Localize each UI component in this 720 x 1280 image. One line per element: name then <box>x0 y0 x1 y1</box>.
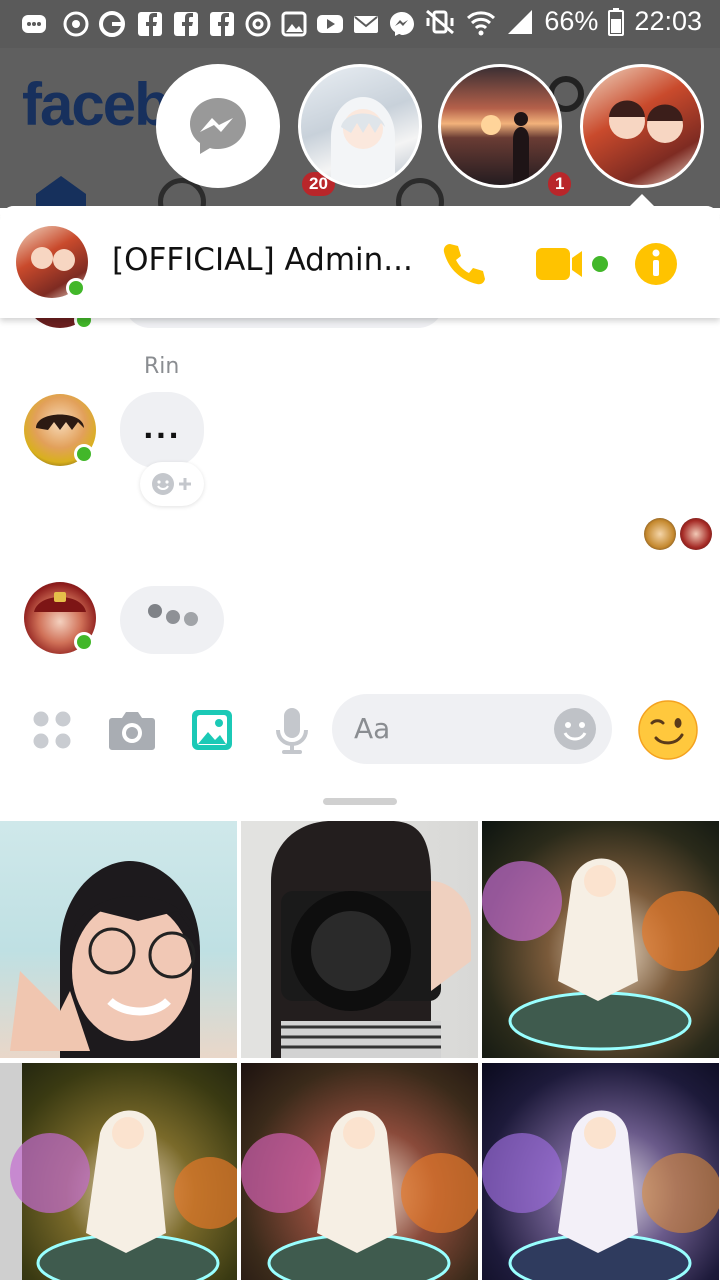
info-icon[interactable] <box>634 242 678 286</box>
signal-icon <box>508 9 533 34</box>
chrome-notification-icon <box>245 11 271 37</box>
gallery-thumb-artwork-3[interactable] <box>241 1063 478 1280</box>
conversation-title[interactable]: [OFFICIAL] Admin... <box>112 242 422 278</box>
sunset-chathead[interactable] <box>438 64 562 188</box>
camera-icon[interactable] <box>108 708 156 752</box>
anime-artwork-1 <box>482 858 719 1051</box>
youtube-notification-icon <box>317 15 343 33</box>
gallery-drag-handle[interactable] <box>323 798 397 805</box>
anime-artwork-2 <box>0 1063 237 1280</box>
image-icon[interactable] <box>190 708 234 752</box>
compass-notification-icon <box>63 11 89 37</box>
seen-avatar <box>680 518 712 550</box>
message-bubble[interactable]: ... <box>120 392 204 468</box>
phone-icon[interactable] <box>440 240 488 288</box>
battery-level: 66% <box>544 6 599 36</box>
add-reaction-button[interactable] <box>140 462 204 506</box>
anime-artwork-3 <box>241 1110 478 1280</box>
typing-indicator <box>120 586 224 654</box>
selfie-photo <box>10 861 200 1058</box>
gallery-thumb-artwork-1[interactable] <box>482 821 719 1058</box>
grid-dots-icon[interactable] <box>32 710 72 750</box>
mail-notification-icon <box>354 16 378 33</box>
group-chathead[interactable] <box>580 64 704 188</box>
typing-dot <box>148 604 162 618</box>
smiley-icon[interactable] <box>554 708 596 750</box>
gallery-notification-icon <box>281 11 307 37</box>
gallery-thumb-artwork-4[interactable] <box>482 1063 719 1280</box>
gallery-thumb-artwork-2[interactable] <box>0 1063 237 1280</box>
online-indicator <box>74 632 94 652</box>
conversation-header: [OFFICIAL] Admin... <box>0 206 720 318</box>
typing-dot <box>166 610 180 624</box>
seen-avatar <box>644 518 676 550</box>
camera-photo <box>241 821 471 1058</box>
anime-girl-chathead[interactable] <box>298 64 422 188</box>
status-bar: 66% 22:03 <box>0 0 720 48</box>
facebook-notification-icon-3 <box>210 12 234 36</box>
online-indicator <box>74 444 94 464</box>
plus-icon <box>179 478 191 490</box>
smiley-icon <box>152 473 174 495</box>
messenger-notification-icon <box>390 12 414 36</box>
mute-icon <box>426 9 455 34</box>
chat-panel: [OFFICIAL] Admin... Rin ... Aa <box>0 206 720 780</box>
online-indicator <box>66 278 86 298</box>
gallery-thumb-camera[interactable] <box>241 821 478 1058</box>
battery-icon <box>608 7 625 36</box>
notification-badge: 1 <box>548 172 572 196</box>
clock: 22:03 <box>634 6 702 36</box>
facebook-logo: faceb <box>22 71 171 138</box>
wifi-icon <box>467 10 496 35</box>
chat-notification-icon <box>22 15 46 33</box>
microphone-icon[interactable] <box>274 706 310 756</box>
facebook-notification-icon <box>138 12 162 36</box>
typing-dot <box>184 612 198 626</box>
messenger-icon <box>190 98 246 154</box>
anime-artwork-4 <box>482 1110 719 1280</box>
message-input-placeholder: Aa <box>354 712 391 745</box>
sender-name: Rin <box>144 354 180 379</box>
gallery-thumb-selfie[interactable] <box>0 821 237 1058</box>
message-input[interactable]: Aa <box>332 694 612 764</box>
video-camera-icon[interactable] <box>536 246 612 282</box>
google-notification-icon <box>99 11 125 37</box>
message-text: ... <box>143 412 181 445</box>
facebook-notification-icon-2 <box>174 12 198 36</box>
messenger-chathead[interactable] <box>156 64 280 188</box>
wink-emoji-icon[interactable] <box>638 700 698 760</box>
